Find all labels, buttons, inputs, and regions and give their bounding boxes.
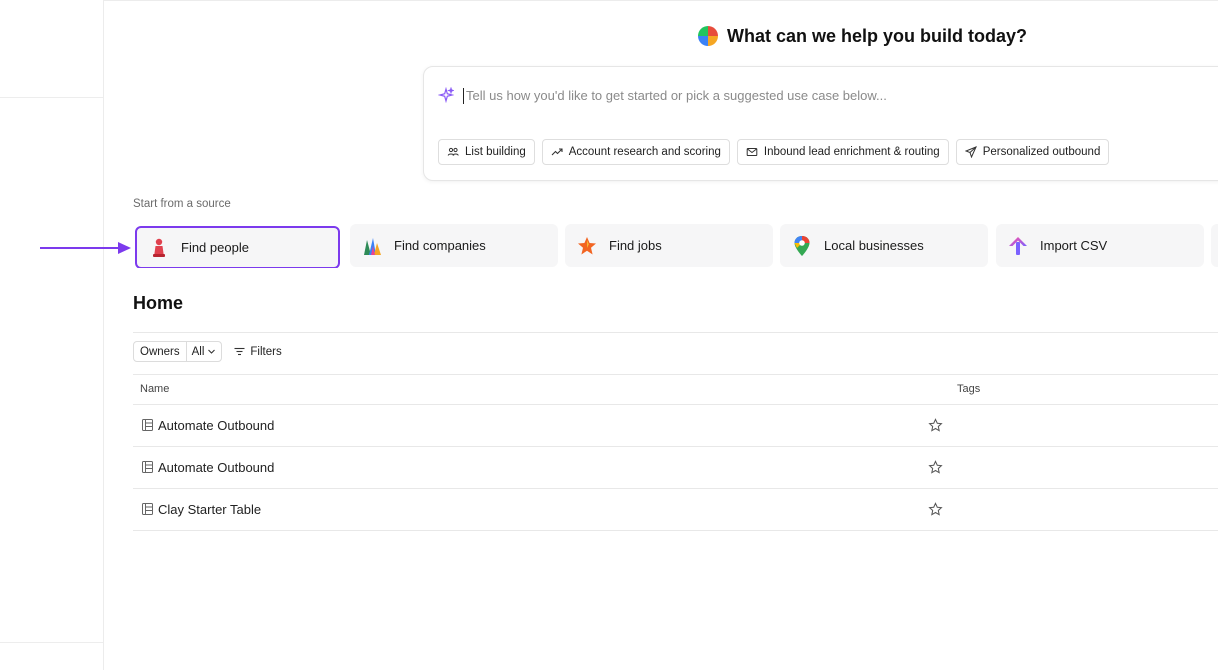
person-icon	[147, 236, 171, 260]
source-find-jobs[interactable]: Find jobs	[565, 224, 773, 267]
prompt-card[interactable]: Tell us how you'd like to get started or…	[423, 66, 1218, 181]
filter-bar: Owners All Filters	[133, 341, 282, 362]
chip-label: List building	[465, 146, 526, 158]
row-name: Clay Starter Table	[158, 502, 262, 517]
source-section-label: Start from a source	[133, 198, 231, 210]
sidebar-divider	[0, 97, 103, 98]
trend-up-icon	[551, 148, 563, 156]
favorite-star-icon[interactable]	[928, 418, 943, 433]
sidebar-divider	[0, 642, 103, 643]
source-more[interactable]	[1211, 224, 1218, 267]
favorite-star-icon[interactable]	[928, 460, 943, 475]
prompt-input[interactable]: Tell us how you'd like to get started or…	[466, 88, 887, 103]
owners-filter[interactable]: Owners All	[133, 341, 223, 362]
suggestion-chips: List building Account research and scori…	[438, 139, 1110, 165]
source-label: Import CSV	[1040, 238, 1108, 253]
upload-arrow-icon	[1006, 234, 1030, 258]
source-label: Find jobs	[609, 238, 662, 253]
filter-lines-icon	[234, 347, 245, 356]
table-body: Automate Outbound Automate Outbound Clay…	[133, 405, 1218, 531]
buildings-icon	[360, 234, 384, 258]
hero-title-text: What can we help you build today?	[727, 25, 1028, 46]
sidebar	[0, 0, 104, 670]
page-title: Home	[133, 293, 184, 313]
chip-list-building[interactable]: List building	[438, 139, 535, 165]
source-local-businesses[interactable]: Local businesses	[780, 224, 988, 267]
column-header-tags[interactable]: Tags	[957, 383, 980, 395]
filters-button[interactable]: Filters	[234, 345, 282, 358]
top-border	[104, 0, 1218, 1]
divider	[133, 332, 1218, 333]
source-import-csv[interactable]: Import CSV	[996, 224, 1204, 267]
filters-label: Filters	[250, 345, 282, 358]
chip-account-research[interactable]: Account research and scoring	[541, 139, 730, 165]
mail-icon	[746, 148, 758, 156]
text-caret	[463, 88, 464, 104]
chip-personalized-outbound[interactable]: Personalized outbound	[955, 139, 1110, 165]
table-row[interactable]: Automate Outbound	[133, 405, 1218, 447]
clay-logo-icon	[698, 26, 718, 46]
hero-title: What can we help you build today?	[698, 22, 1027, 50]
row-name: Automate Outbound	[158, 460, 275, 475]
send-icon	[964, 146, 977, 158]
table-doc-icon	[142, 503, 153, 515]
chip-label: Personalized outbound	[982, 146, 1101, 158]
row-name: Automate Outbound	[158, 418, 275, 433]
source-cards: Find people Find companies Find jobs Loc…	[133, 224, 1218, 268]
favorite-star-icon[interactable]	[928, 502, 943, 517]
source-find-people[interactable]: Find people	[135, 226, 340, 268]
chip-label: Account research and scoring	[568, 146, 721, 158]
source-label: Find people	[181, 240, 249, 255]
star-icon	[575, 234, 599, 258]
owners-label: Owners	[134, 342, 187, 361]
chip-label: Inbound lead enrichment & routing	[763, 146, 940, 158]
table-row[interactable]: Automate Outbound	[133, 447, 1218, 489]
owners-value: All	[191, 345, 205, 358]
people-icon	[447, 147, 459, 156]
source-label: Find companies	[394, 238, 486, 253]
table-row[interactable]: Clay Starter Table	[133, 489, 1218, 531]
chip-inbound-lead[interactable]: Inbound lead enrichment & routing	[736, 139, 949, 165]
table-doc-icon	[142, 419, 153, 431]
column-header-name[interactable]: Name	[140, 383, 169, 395]
table-doc-icon	[142, 461, 153, 473]
owners-select[interactable]: All	[187, 342, 222, 361]
chevron-down-icon	[208, 349, 216, 354]
source-label: Local businesses	[824, 238, 924, 253]
annotation-arrow	[40, 242, 131, 254]
map-pin-icon	[790, 234, 814, 258]
source-find-companies[interactable]: Find companies	[350, 224, 558, 267]
divider	[133, 374, 1218, 375]
sparkle-icon	[438, 87, 454, 103]
